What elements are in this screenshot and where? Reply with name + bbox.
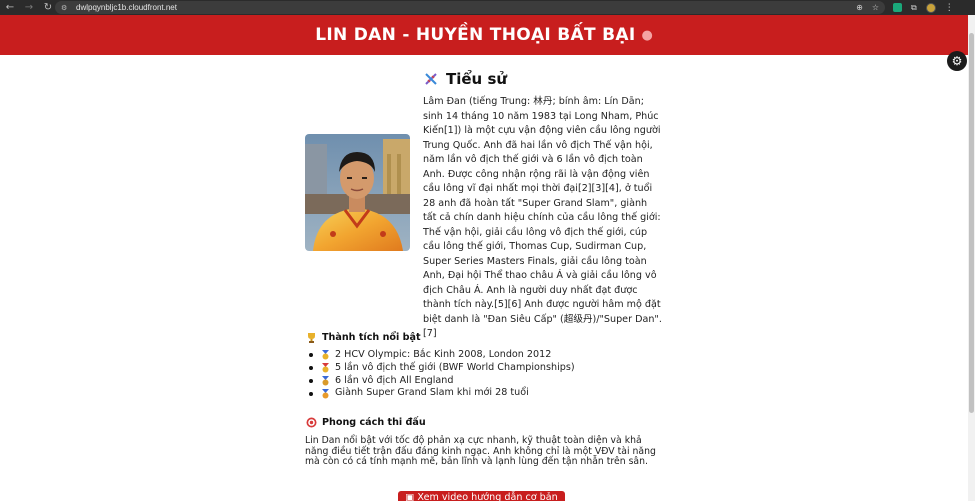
bullet [309,391,313,396]
video-button-label: Xem video hướng dẫn cơ bản [417,492,558,501]
bullet [309,366,313,371]
play-style-paragraph: Lin Dan nổi bật với tốc độ phản xạ cực n… [305,435,656,468]
settings-gear-icon[interactable]: ⚙ [947,51,967,71]
achievements-title: Thành tích nổi bật [322,332,421,343]
achievement-text: 6 lần vô địch All England [335,374,454,386]
list-item: Giành Super Grand Slam khi mới 28 tuổi [306,387,575,400]
browser-menu-icon[interactable]: ⋮ [945,3,954,13]
forward-arrow-icon[interactable]: → [22,1,36,15]
badminton-racket-icon: ● [641,27,653,43]
list-item: 6 lần vô địch All England [306,375,575,388]
trophy-icon [308,333,315,343]
bookmark-star-icon[interactable]: ☆ [872,3,879,12]
bio-heading: Tiểu sử [423,70,507,88]
page-title: LIN DAN - HUYỀN THOẠI BẤT BẠI [315,25,636,45]
address-bar[interactable]: ⚙ dwlpqynbljc1b.cloudfront.net ⊕ ☆ [55,1,885,14]
achievement-text: 5 lần vô địch thế giới (BWF World Champi… [335,361,575,373]
extensions-puzzle-icon[interactable]: ⧉ [911,3,917,13]
achievement-text: 2 HCV Olympic: Bắc Kinh 2008, London 201… [335,349,552,360]
dna-icon [425,73,437,85]
medal-icon [322,388,329,399]
play-style-heading: Phong cách thi đấu [306,417,426,428]
bio-title: Tiểu sử [446,70,508,88]
achievements-list: 2 HCV Olympic: Bắc Kinh 2008, London 201… [306,349,575,400]
reload-icon[interactable]: ↻ [41,1,55,15]
bullet [309,378,313,383]
url-text[interactable]: dwlpqynbljc1b.cloudfront.net [76,3,177,12]
achievement-text: Giành Super Grand Slam khi mới 28 tuổi [335,387,529,399]
extension-icon[interactable] [893,3,902,12]
medal-icon [322,375,329,386]
medal-icon [322,350,329,360]
list-item: 2 HCV Olympic: Bắc Kinh 2008, London 201… [306,349,575,362]
bio-paragraph: Lâm Đan (tiếng Trung: 林丹; bính âm: Lín D… [423,96,662,339]
back-arrow-icon[interactable]: ← [3,1,17,15]
profile-avatar[interactable] [925,2,936,13]
target-icon [306,417,317,428]
list-item: 5 lần vô địch thế giới (BWF World Champi… [306,362,575,375]
watch-video-button[interactable]: ▣ Xem video hướng dẫn cơ bản [398,491,565,501]
bullet [309,353,313,358]
site-info-icon[interactable]: ⚙ [61,4,69,12]
scrollbar-thumb[interactable] [969,33,974,413]
achievements-heading: Thành tích nổi bật [306,332,421,343]
browser-toolbar: ← → ↻ ⚙ dwlpqynbljc1b.cloudfront.net ⊕ ☆… [0,0,975,15]
site-header: LIN DAN - HUYỀN THOẠI BẤT BẠI ● [0,15,968,55]
play-style-title: Phong cách thi đấu [322,417,426,428]
medal-icon [322,363,329,373]
lin-dan-photo [305,134,410,251]
page-scrollbar[interactable] [968,15,975,501]
zoom-icon[interactable]: ⊕ [856,3,863,12]
video-icon: ▣ [405,492,415,501]
